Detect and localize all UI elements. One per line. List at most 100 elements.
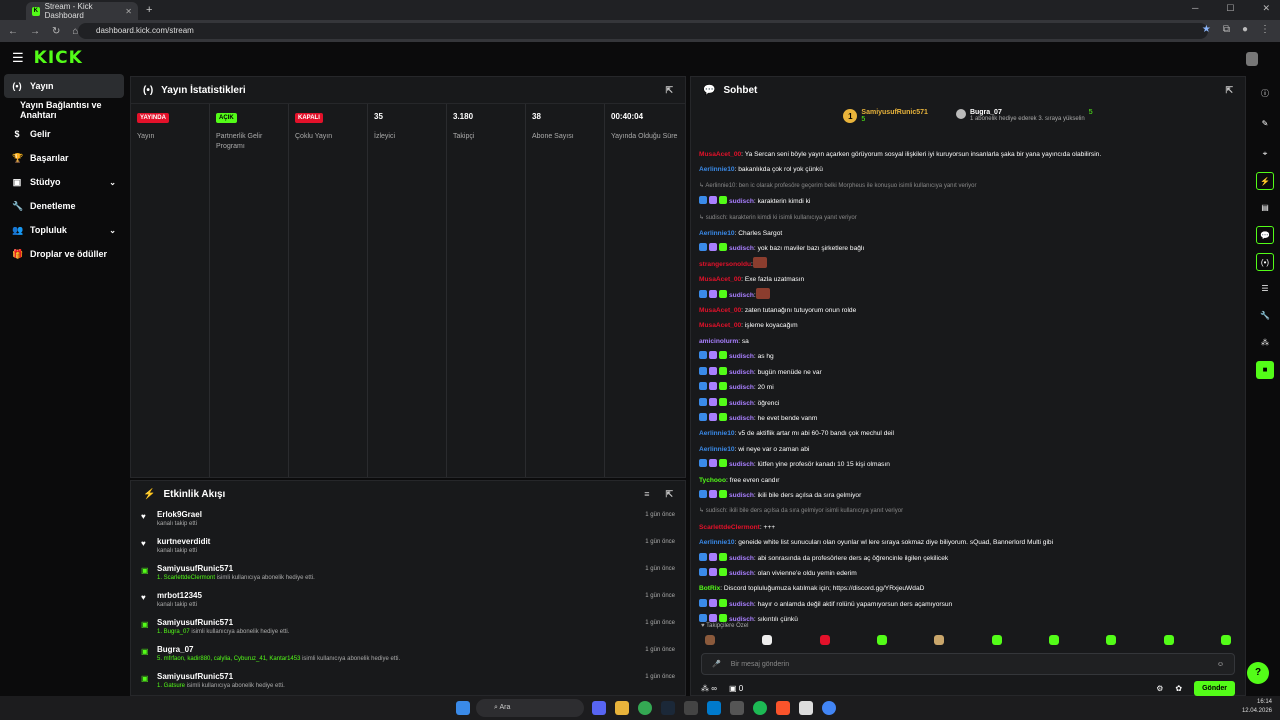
chat-message[interactable]: Aerlinnie10: bakanlıkda çok rol yok çünk… (699, 162, 1237, 177)
chat-message[interactable]: sudisch: 20 mi (699, 380, 1237, 395)
activity-user[interactable]: Bugra_07 (157, 645, 645, 654)
popout-icon[interactable]: ⇱ (1225, 85, 1233, 96)
activity-item[interactable]: ▣ SamiyusufRunic571 1. Bugra_07 isimli kul… (131, 615, 685, 642)
close-tab-icon[interactable]: ✕ (125, 7, 132, 16)
system-tray[interactable]: 16:14 12.04.2026 (1242, 698, 1272, 716)
chat-message[interactable]: sudisch: sıkıntılı çünkü (699, 612, 1237, 623)
leader-2[interactable]: Bugra_07 1 abonelik hediye ederek 3. sır… (955, 109, 1093, 147)
chat-message[interactable]: sudisch: karakterin kimdi ki (699, 194, 1237, 209)
maximize-icon[interactable]: ☐ (1226, 3, 1234, 14)
sidebar-item[interactable]: 👥 Topluluk ⌄ (4, 218, 124, 242)
chat-message[interactable]: MusaAcet_00: Ya Sercan seni böyle yayın … (699, 147, 1237, 162)
forward-icon[interactable]: → (30, 26, 40, 37)
badge-icon[interactable] (819, 635, 830, 645)
activity-user[interactable]: kurtneverdidit (157, 537, 645, 546)
chrome-icon[interactable] (638, 701, 652, 715)
activity-user[interactable]: mrbot12345 (157, 591, 645, 600)
profile-icon[interactable]: ● (1242, 24, 1248, 35)
sidebar-item[interactable]: 🏆 Başarılar (4, 146, 124, 170)
discord-icon[interactable] (592, 701, 606, 715)
chat-message[interactable]: BotRix: Discord topluluğumuza katılmak i… (699, 581, 1237, 596)
chat-message[interactable]: MusaAcet_00: işleme koyacağım (699, 318, 1237, 333)
chat-username[interactable]: Aerlinnie10 (699, 430, 735, 437)
settings-gear-icon[interactable]: ⚙ (1156, 684, 1163, 693)
wrench-icon[interactable]: 🔧 (1256, 307, 1274, 325)
minimize-icon[interactable]: ─ (1192, 3, 1198, 14)
chat-message[interactable]: sudisch: bugün menüde ne var (699, 365, 1237, 380)
chat-username[interactable]: sudisch (729, 369, 754, 376)
activity-user[interactable]: SamiyusufRunic571 (157, 618, 645, 627)
chat-username[interactable]: sudisch (729, 555, 754, 562)
chat-message[interactable]: Aerlinnie10: geneide white list sunucula… (699, 535, 1237, 550)
activity-item[interactable]: ♥ kurtneverdidit kanalı takip etti 1 gün ön… (131, 534, 685, 561)
help-chat-icon[interactable]: ? (1247, 662, 1269, 684)
chat-username[interactable]: MusaAcet_00 (699, 151, 741, 158)
activity-item[interactable]: ▣ SamiyusufRunic571 1. ScarlettdeClermont … (131, 561, 685, 588)
chat-username[interactable]: MusaAcet_00 (699, 322, 741, 329)
badge-icon[interactable] (1106, 635, 1117, 645)
chat-message[interactable]: sudisch: ikili bile ders açılsa da sıra … (699, 488, 1237, 503)
chat-message[interactable]: ↳ sudisch: karakterin kimdi ki isimli ku… (699, 210, 1237, 226)
sidebar-item[interactable]: ▣ Stüdyo ⌄ (4, 170, 124, 194)
chat-username[interactable]: Aerlinnie10 (699, 446, 735, 453)
chat-toggle-icon[interactable]: 💬 (1256, 226, 1274, 244)
edit-icon[interactable]: ✎ (1256, 115, 1274, 133)
chat-message[interactable]: sudisch: olan vivienne'e oldu yemin eder… (699, 566, 1237, 581)
vscode-icon[interactable] (707, 701, 721, 715)
chat-username[interactable]: BotRix (699, 585, 720, 592)
sidebar-item[interactable]: 🎁 Droplar ve ödüller (4, 242, 124, 266)
explorer-icon[interactable] (615, 701, 629, 715)
chat-username[interactable]: MusaAcet_00 (699, 276, 741, 283)
gift-icon[interactable]: ▣ 0 (729, 684, 743, 693)
sidebar-item[interactable]: $ Gelir (4, 122, 124, 146)
lightning-toggle-icon[interactable]: ⚡ (1256, 172, 1274, 190)
chat-message[interactable]: sudisch: (699, 287, 1237, 303)
back-icon[interactable]: ← (8, 26, 18, 37)
filter-icon[interactable]: ≡ (644, 489, 649, 499)
layout-icon[interactable]: ⌖ (1256, 145, 1274, 163)
leader-1[interactable]: 1 SamiyusufRunic571 5 (843, 109, 928, 147)
activity-user[interactable]: Erlok9Grael (157, 510, 645, 519)
chat-username[interactable]: ScarlettdeClermont (699, 524, 760, 531)
new-tab-button[interactable]: + (146, 4, 152, 16)
chat-username[interactable]: Aerlinnie10 (699, 230, 735, 237)
chat-message[interactable]: ↳ sudisch: ikili bile ders açılsa da sır… (699, 503, 1237, 519)
chat-message[interactable]: Aerlinnie10: wi neye var o zaman abi (699, 442, 1237, 457)
hamburger-menu-icon[interactable]: ☰ (12, 50, 24, 66)
chat-username[interactable]: sudisch (729, 492, 754, 499)
clipboard-icon[interactable]: ▤ (1256, 199, 1274, 217)
chat-username[interactable]: Aerlinnie10 (699, 166, 735, 173)
chat-message[interactable]: ScarlettdeClermont: +++ (699, 520, 1237, 535)
chat-message[interactable]: MusaAcet_00: zaten tutanağını tutuyorum … (699, 303, 1237, 318)
badge-icon[interactable] (876, 635, 887, 645)
activity-item[interactable]: ▣ SamiyusufRunic571 1. Gatsure isimli kull… (131, 669, 685, 696)
menu-dots-icon[interactable]: ⋮ (1260, 24, 1270, 35)
sidebar-item[interactable]: Yayın Bağlantısı ve Anahtarı (4, 98, 124, 122)
chat-username[interactable]: sudisch (729, 415, 754, 422)
info-icon[interactable]: ⓘ (1256, 85, 1274, 103)
chat-message[interactable]: sudisch: he evet bende vanm (699, 411, 1237, 426)
activity-item[interactable]: ♥ mrbot12345 kanalı takip etti 1 gün önce (131, 588, 685, 615)
badge-icon[interactable] (705, 635, 715, 645)
chat-message[interactable]: sudisch: öğrenci (699, 396, 1237, 411)
chat-message[interactable]: sudisch: as hg (699, 349, 1237, 364)
taskbar-search[interactable]: ⌕ Ara (476, 699, 584, 717)
mic-icon[interactable]: 🎤 (712, 660, 721, 668)
url-field[interactable]: dashboard.kick.com/stream (78, 23, 1208, 39)
nodes-icon[interactable]: ⁂ (1256, 334, 1274, 352)
activity-item[interactable]: ♥ Erlok9Grael kanalı takip etti 1 gün önce (131, 507, 685, 534)
chat-username[interactable]: amicinolurm (699, 338, 738, 345)
chat-username[interactable]: sudisch (729, 198, 754, 205)
emoji-icon[interactable]: ☺ (1217, 661, 1224, 668)
browser-tab[interactable]: K Stream - Kick Dashboard ✕ (26, 2, 138, 20)
chat-username[interactable]: sudisch (729, 616, 754, 623)
stack-icon[interactable]: ☰ (1256, 280, 1274, 298)
notion-icon[interactable] (799, 701, 813, 715)
user-avatar[interactable] (1246, 52, 1258, 66)
chat-username[interactable]: strangersonoldu (699, 261, 751, 268)
bookmark-star-icon[interactable]: ★ (1202, 24, 1211, 35)
close-window-icon[interactable]: ✕ (1262, 3, 1270, 14)
activity-item[interactable]: ▣ Bugra_07 5. mfrfaon, kadir880, calylia, … (131, 642, 685, 669)
badge-icon[interactable] (762, 635, 773, 645)
chat-username[interactable]: sudisch (729, 384, 754, 391)
